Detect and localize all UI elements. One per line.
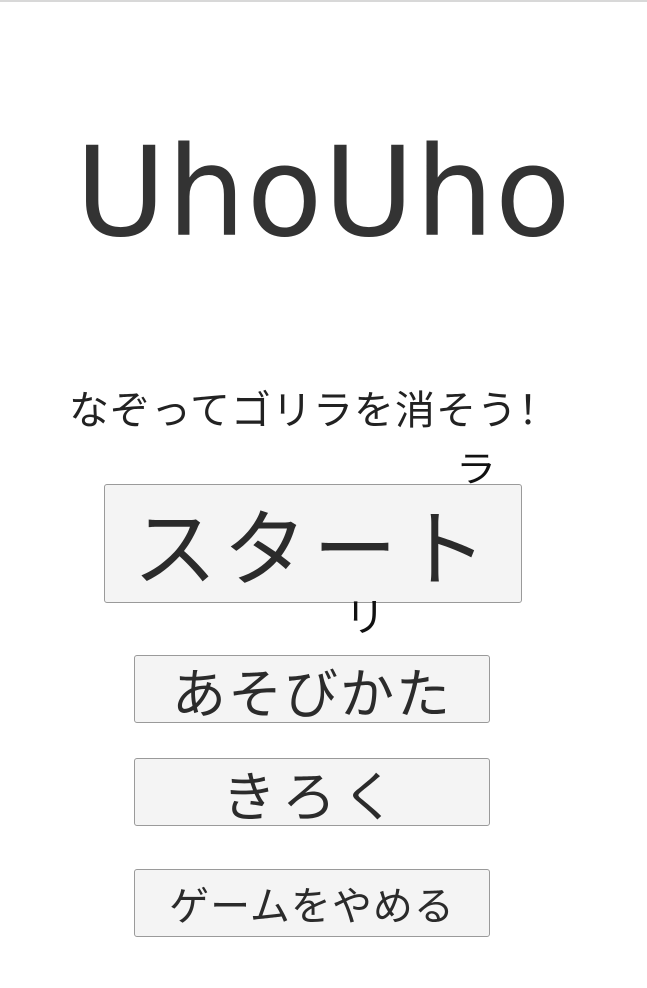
records-button[interactable]: きろく [134, 758, 490, 826]
falling-character-ra: ラ [456, 449, 496, 491]
app-title: UhoUho [75, 121, 572, 265]
top-divider [0, 0, 647, 2]
tagline: なぞってゴリラを消そう！ [69, 388, 559, 434]
falling-character-ri: リ [345, 595, 385, 641]
start-button[interactable]: スタート [104, 484, 522, 603]
start-button-label: スタート [132, 501, 493, 599]
how-to-play-button[interactable]: あそびかた [134, 655, 490, 723]
quit-game-button[interactable]: ゲームをやめる [134, 869, 490, 937]
how-to-play-button-label: あそびかた [172, 662, 452, 723]
quit-game-button-label: ゲームをやめる [169, 884, 455, 930]
records-button-label: きろく [222, 765, 402, 826]
